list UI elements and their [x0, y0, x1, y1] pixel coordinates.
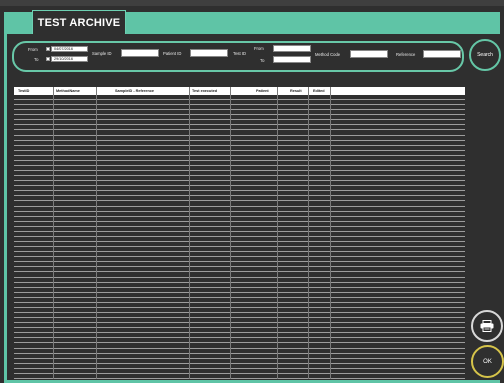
test-id-to-label: To: [260, 58, 265, 63]
test-archive-window: TEST ARCHIVE From 04/07/2016 To 29/10/20…: [0, 0, 504, 383]
method-code-input[interactable]: [350, 50, 388, 58]
column-header-result[interactable]: Result: [290, 87, 302, 95]
from-date-label: From: [28, 47, 38, 52]
patient-id-label: Patient ID: [163, 51, 182, 56]
column-separator: [330, 87, 331, 379]
to-date-field[interactable]: 29/10/2016: [51, 56, 88, 62]
column-separator: [308, 87, 309, 379]
column-header-test-executed[interactable]: Test executed: [192, 87, 217, 95]
ok-button[interactable]: OK: [471, 345, 504, 378]
sample-id-label: Sample ID: [92, 51, 112, 56]
column-header-methodname[interactable]: MethodName: [56, 87, 80, 95]
column-header-edited[interactable]: Edited: [313, 87, 325, 95]
results-table: TestID MethodName SampleID - Reference T…: [14, 87, 465, 379]
print-button[interactable]: [471, 310, 503, 342]
test-id-label: Test ID: [233, 51, 247, 56]
to-date-checkbox[interactable]: [46, 57, 50, 61]
test-id-from-input[interactable]: [273, 45, 311, 52]
patient-id-input[interactable]: [190, 49, 228, 57]
test-id-from-label: From: [254, 46, 264, 51]
column-separator: [96, 87, 97, 379]
printer-icon: [480, 320, 494, 332]
column-separator: [277, 87, 278, 379]
left-border: [4, 34, 7, 383]
reference-label: Reference: [396, 52, 416, 57]
method-code-label: Method Code: [315, 52, 341, 57]
column-separator: [189, 87, 190, 379]
sample-id-input[interactable]: [121, 49, 159, 57]
from-date-field[interactable]: 04/07/2016: [51, 46, 88, 52]
table-header: TestID MethodName SampleID - Reference T…: [14, 87, 465, 95]
test-id-to-input[interactable]: [273, 56, 311, 63]
search-button-label: Search: [477, 52, 493, 58]
tab-test-archive[interactable]: TEST ARCHIVE: [32, 10, 126, 34]
table-row[interactable]: [14, 374, 465, 379]
column-header-patient[interactable]: Patient: [256, 87, 269, 95]
column-separator: [230, 87, 231, 379]
to-date-label: To: [34, 57, 39, 62]
top-stripe: [0, 0, 504, 6]
search-button[interactable]: Search: [469, 39, 501, 71]
ok-button-label: OK: [483, 358, 492, 365]
column-header-testid[interactable]: TestID: [18, 87, 29, 95]
from-date-checkbox[interactable]: [46, 47, 50, 51]
column-separator: [53, 87, 54, 379]
table-body: [14, 95, 465, 379]
column-header-sampleid-reference[interactable]: SampleID - Reference: [115, 87, 154, 95]
reference-input[interactable]: [423, 50, 461, 58]
